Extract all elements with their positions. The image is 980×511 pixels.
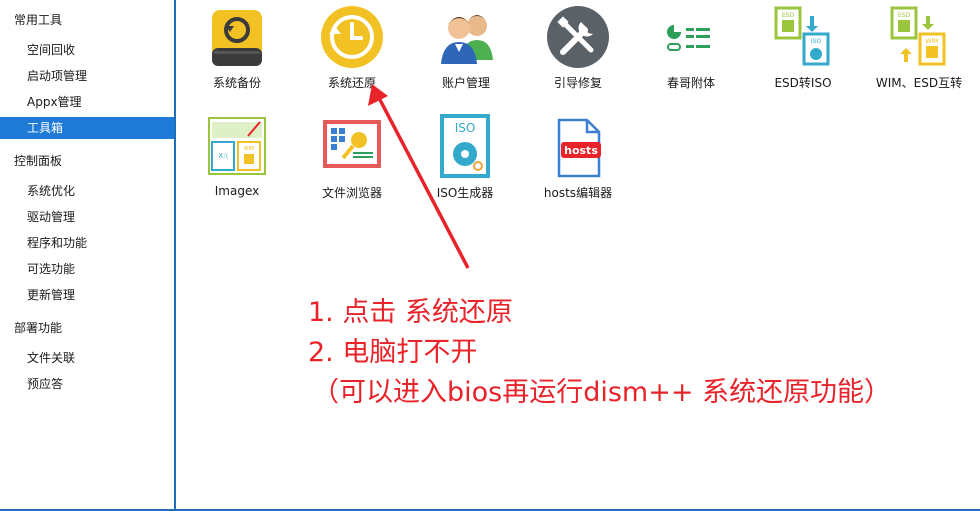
annotation-line1: 1. 点击 系统还原 bbox=[308, 297, 513, 328]
annotation-line2: 2. 电脑打不开 bbox=[308, 337, 478, 368]
annotation-arrow bbox=[368, 84, 470, 269]
annotation-line3: （可以进入bios再运行dism++ 系统还原功能） bbox=[312, 377, 892, 408]
